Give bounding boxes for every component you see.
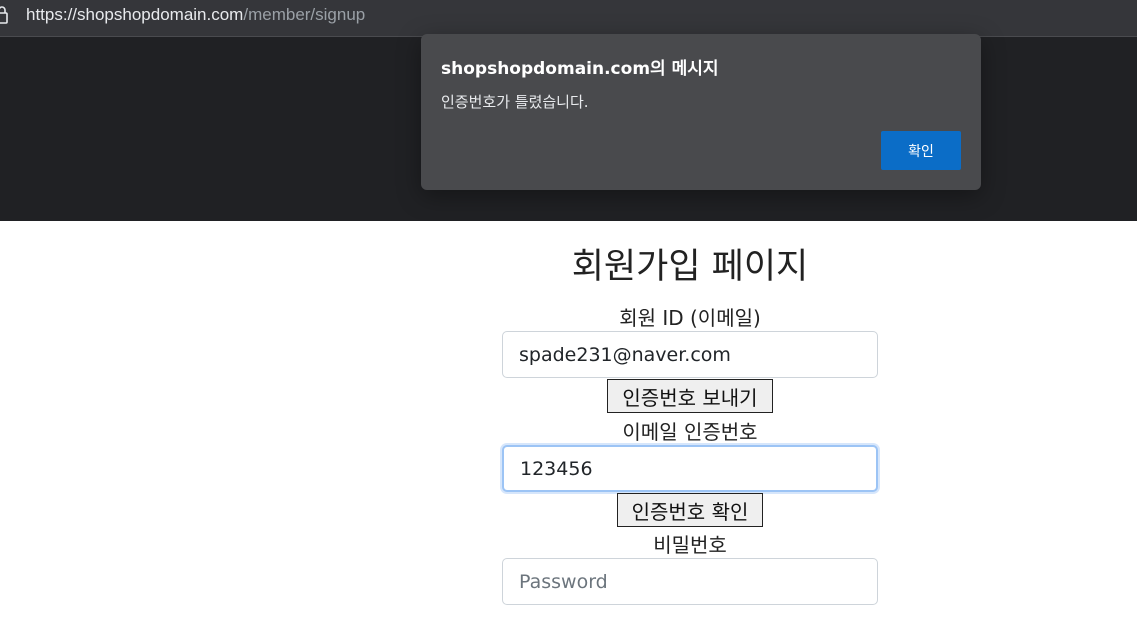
member-id-input[interactable]: spade231@naver.com <box>502 331 878 378</box>
verify-code-button[interactable]: 인증번호 확인 <box>617 493 763 527</box>
address-bar[interactable]: https://shopshopdomain.com/member/signup <box>0 0 365 30</box>
send-code-button[interactable]: 인증번호 보내기 <box>607 379 773 413</box>
password-label: 비밀번호 <box>653 533 727 557</box>
url-path: /member/signup <box>243 5 366 24</box>
member-id-label: 회원 ID (이메일) <box>619 306 761 330</box>
email-code-label: 이메일 인증번호 <box>622 420 758 444</box>
dialog-ok-button[interactable]: 확인 <box>881 131 961 170</box>
signup-form: 회원 ID (이메일) spade231@naver.com 인증번호 보내기 … <box>502 0 878 618</box>
password-input[interactable]: Password <box>502 558 878 605</box>
email-code-input[interactable]: 123456 <box>502 445 878 492</box>
lock-icon[interactable] <box>0 5 8 25</box>
url-domain: https://shopshopdomain.com <box>26 5 244 24</box>
